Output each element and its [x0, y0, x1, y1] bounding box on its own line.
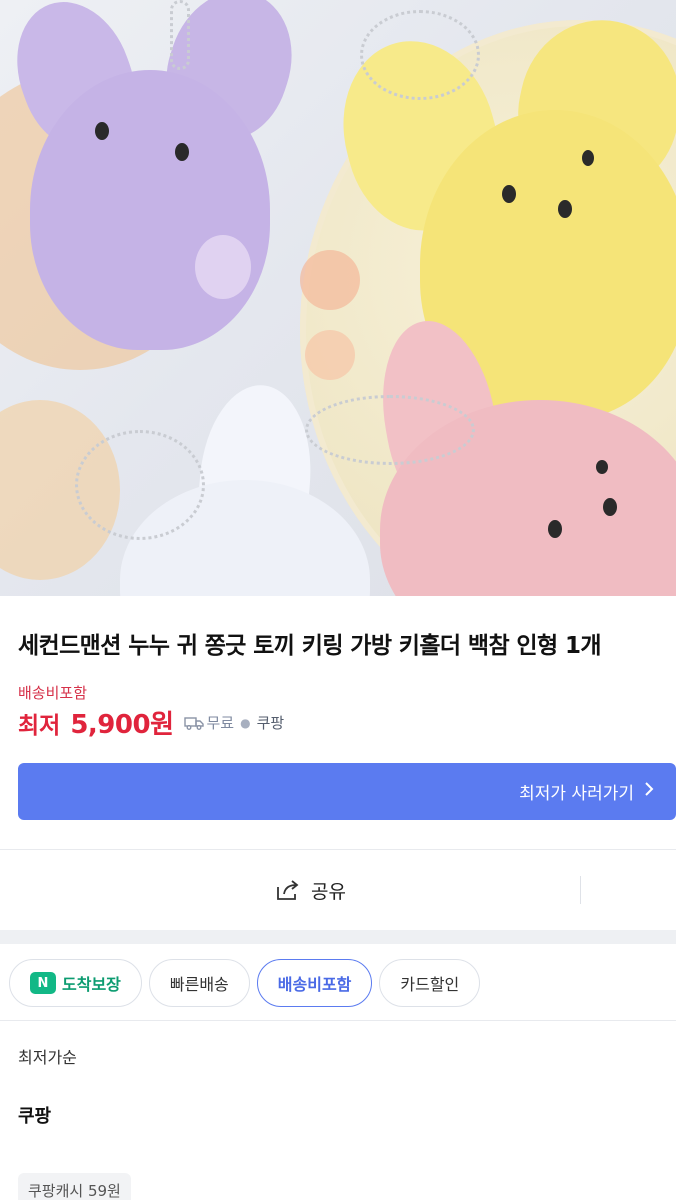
buy-lowest-price-button[interactable]: 최저가 사러가기	[18, 763, 676, 820]
filter-chip-label: 빠른배송	[169, 975, 229, 994]
delivery-meta: 무료 ● 쿠팡	[183, 712, 285, 733]
price-seller: 쿠팡	[256, 714, 285, 732]
truck-icon	[183, 716, 204, 730]
filter-chip-fast-delivery[interactable]: 빠른배송	[148, 959, 250, 1007]
filter-chip-shipping-included[interactable]: 배송비포함	[256, 959, 373, 1007]
bg-shape	[300, 250, 360, 310]
cta-label: 최저가 사러가기	[519, 784, 634, 804]
sort-option[interactable]: 최저가순	[18, 1044, 77, 1068]
filter-chip-arrival-guarantee[interactable]: N 도착보장	[9, 959, 142, 1007]
ball-chain	[305, 395, 475, 465]
ball-chain	[75, 430, 205, 540]
filter-chips: N 도착보장 빠른배송 배송비포함 카드할인	[9, 959, 487, 1007]
arrival-guarantee-icon: N	[30, 972, 56, 994]
bg-shape	[305, 330, 355, 380]
filter-chip-label: 도착보장	[62, 975, 121, 994]
divider	[580, 876, 581, 904]
product-image	[0, 0, 676, 596]
price-label: 최저	[18, 712, 61, 739]
filter-chip-label: 배송비포함	[277, 975, 352, 994]
product-title: 세컨드맨션 누누 귀 쫑긋 토끼 키링 가방 키홀더 백참 인형 1개	[18, 633, 602, 659]
ball-chain	[170, 0, 190, 70]
delivery-fee: 무료	[206, 714, 235, 732]
filter-chip-card-discount[interactable]: 카드할인	[379, 959, 481, 1007]
divider	[0, 1020, 676, 1021]
shipping-included-label: 배송비포함	[18, 684, 88, 702]
price-row: 최저 5,900원 무료 ● 쿠팡	[18, 704, 284, 741]
chevron-right-icon	[644, 781, 654, 802]
filter-chip-label: 카드할인	[400, 975, 460, 994]
share-label: 공유	[311, 880, 346, 903]
share-icon	[277, 880, 299, 900]
listing-seller[interactable]: 쿠팡	[18, 1102, 51, 1128]
share-button[interactable]: 공유	[275, 877, 346, 904]
cash-badge: 쿠팡캐시 59원	[18, 1173, 131, 1200]
ball-chain	[360, 10, 480, 100]
section-band	[0, 930, 676, 944]
separator-dot: ●	[240, 715, 251, 730]
share-bar: 공유	[0, 850, 676, 930]
price-value: 5,900원	[70, 710, 174, 740]
